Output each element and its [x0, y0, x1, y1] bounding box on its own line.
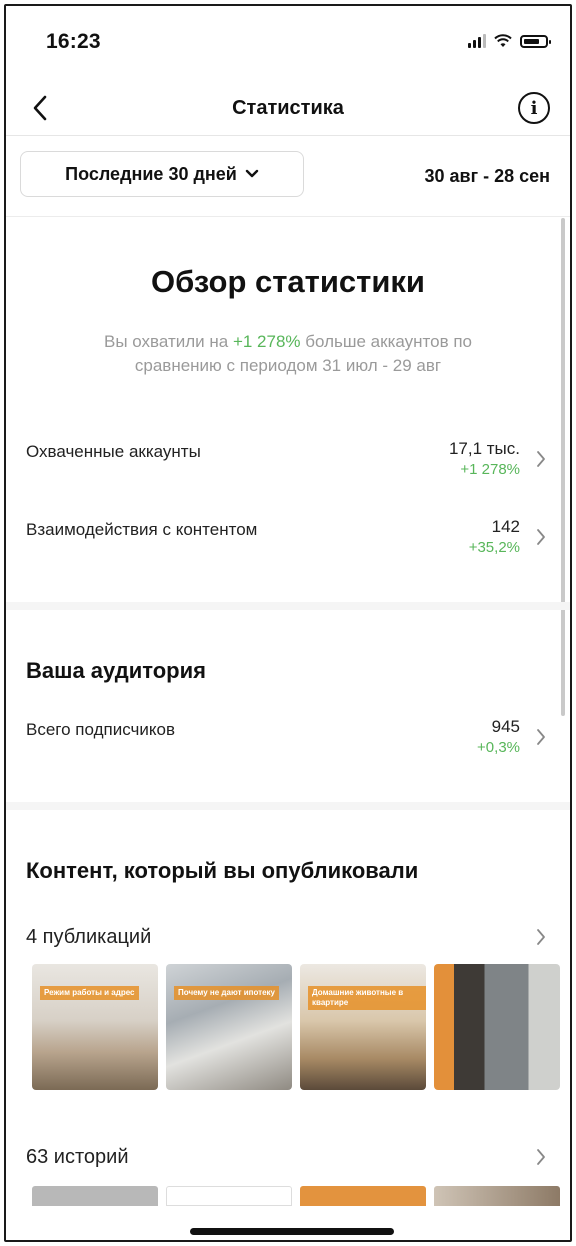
metric-row-followers[interactable]: Всего подписчиков 945 +0,3% — [26, 716, 552, 768]
reach-growth-highlight: +1 278% — [232, 332, 301, 351]
metric-row-reached-accounts[interactable]: Охваченные аккаунты 17,1 тыс. +1 278% — [26, 438, 552, 490]
story-thumbnail[interactable] — [166, 1186, 292, 1206]
section-divider — [6, 802, 570, 810]
page-title: Статистика — [232, 97, 344, 119]
chevron-right-icon — [534, 526, 548, 548]
wifi-icon — [494, 34, 512, 47]
story-thumbnail[interactable] — [32, 1186, 158, 1206]
filter-row: Последние 30 дней 30 авг - 28 сен — [6, 137, 570, 217]
status-time: 16:23 — [46, 30, 101, 53]
stories-row[interactable]: 63 историй — [26, 1144, 552, 1174]
audience-title: Ваша аудитория — [26, 658, 206, 683]
status-icons — [468, 34, 551, 48]
story-thumbnail[interactable] — [300, 1186, 426, 1206]
metric-label: Охваченные аккаунты — [26, 442, 201, 461]
metric-change: +0,3% — [477, 739, 520, 756]
status-bar: 16:23 — [6, 6, 570, 80]
thumbnail-caption: Домашние животные в квартире — [308, 986, 426, 1010]
section-divider — [6, 602, 570, 610]
overview-title: Обзор статистики — [151, 264, 425, 299]
posts-row[interactable]: 4 публикаций — [26, 924, 552, 954]
story-thumbnails — [32, 1186, 560, 1206]
nav-bar: Статистика i — [6, 80, 570, 136]
home-indicator[interactable] — [190, 1228, 394, 1235]
metric-change: +35,2% — [468, 539, 520, 556]
metric-label: Взаимодействия с контентом — [26, 520, 258, 539]
metric-value: 142 — [491, 517, 520, 536]
metric-row-content-interactions[interactable]: Взаимодействия с контентом 142 +35,2% — [26, 516, 552, 568]
chevron-right-icon — [534, 926, 548, 948]
thumbnail-caption: Режим работы и адрес — [40, 986, 139, 1000]
date-range: 30 авг - 28 сен — [424, 166, 550, 186]
post-thumbnail[interactable] — [434, 964, 560, 1090]
metric-value: 17,1 тыс. — [448, 439, 520, 458]
chevron-right-icon — [534, 1146, 548, 1168]
metric-label: Всего подписчиков — [26, 720, 175, 739]
period-dropdown[interactable]: Последние 30 дней — [20, 151, 304, 197]
posts-label: 4 публикаций — [26, 926, 152, 948]
metric-value: 945 — [491, 717, 520, 736]
post-thumbnails: Режим работы и адрес Почему не дают ипот… — [32, 964, 560, 1090]
overview-description: Вы охватили на +1 278% больше аккаунтов … — [104, 332, 472, 375]
info-icon[interactable]: i — [518, 92, 550, 124]
phone-screen: 16:23 Статистика i Последние 30 дней 30 … — [4, 4, 572, 1242]
chevron-right-icon — [534, 448, 548, 470]
story-thumbnail[interactable] — [434, 1186, 560, 1206]
battery-icon — [520, 34, 551, 48]
period-label: Последние 30 дней — [65, 163, 237, 184]
post-thumbnail[interactable]: Режим работы и адрес — [32, 964, 158, 1090]
chevron-down-icon — [245, 169, 259, 178]
post-thumbnail[interactable]: Домашние животные в квартире — [300, 964, 426, 1090]
metric-change: +1 278% — [460, 461, 520, 478]
signal-icon — [468, 34, 486, 48]
content-title: Контент, который вы опубликовали — [26, 858, 419, 883]
chevron-right-icon — [534, 726, 548, 748]
post-thumbnail[interactable]: Почему не дают ипотеку — [166, 964, 292, 1090]
thumbnail-caption: Почему не дают ипотеку — [174, 986, 279, 1000]
stories-label: 63 историй — [26, 1146, 129, 1168]
